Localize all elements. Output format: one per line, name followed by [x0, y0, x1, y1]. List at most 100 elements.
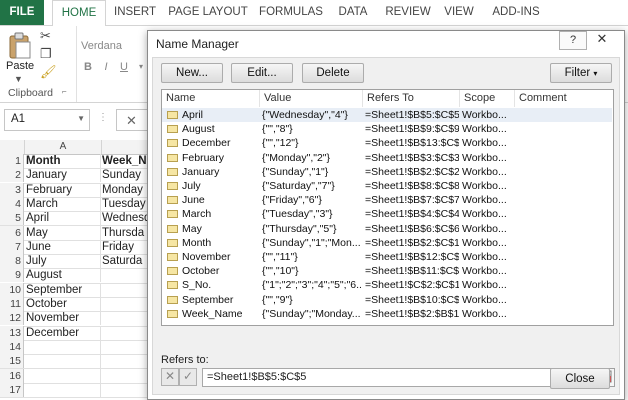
dialog-close-button[interactable]: ✕	[586, 31, 618, 48]
column-header-refers-to[interactable]: Refers To	[363, 90, 460, 107]
cell-b[interactable]	[102, 340, 150, 354]
underline-button[interactable]: U	[116, 58, 132, 76]
refers-confirm-icon[interactable]: ✓	[179, 368, 197, 386]
select-all-corner[interactable]	[0, 140, 25, 154]
cell-b[interactable]: Thursda	[102, 226, 150, 240]
paste-label[interactable]: Paste	[6, 60, 34, 72]
cell-b[interactable]	[102, 354, 150, 368]
tab-insert[interactable]: INSERT	[110, 0, 160, 25]
clipboard-launcher-icon[interactable]: ⌐	[62, 87, 67, 96]
row-number[interactable]: 15	[0, 354, 24, 369]
name-row[interactable]: January {"Sunday","1"} =Sheet1!$B$2:$C$2 Wo…	[162, 165, 612, 179]
format-painter-icon[interactable]: 🖌	[40, 64, 57, 80]
column-header-b[interactable]	[102, 140, 150, 154]
name-row[interactable]: April {"Wednesday","4"} =Sheet1!$B$5:$C$5 W…	[162, 108, 612, 123]
cancel-icon[interactable]: ✕	[126, 113, 137, 129]
refers-cancel-icon[interactable]: ✕	[161, 368, 179, 386]
cell-b[interactable]	[102, 268, 150, 282]
cell-a[interactable]: February	[26, 182, 101, 197]
column-header-name[interactable]: Name	[162, 90, 260, 107]
row-number[interactable]: 11	[0, 297, 24, 311]
cell-b[interactable]: Sunday	[102, 168, 150, 182]
name-row[interactable]: July {"Saturday","7"} =Sheet1!$B$8:$C$8 Wor…	[162, 179, 612, 193]
bold-button[interactable]: B	[80, 58, 96, 76]
column-header-scope[interactable]: Scope	[460, 90, 515, 107]
row-number[interactable]: 17	[0, 382, 24, 397]
paste-dropdown-icon[interactable]: ▼	[14, 74, 23, 84]
row-number[interactable]: 6	[0, 225, 24, 240]
row-number[interactable]: 16	[0, 368, 24, 383]
name-row[interactable]: March {"Tuesday","3"} =Sheet1!$B$4:$C$4 Wor…	[162, 207, 612, 221]
edit-button[interactable]: Edit...	[231, 63, 293, 83]
row-number[interactable]: 14	[0, 339, 24, 354]
cell-a[interactable]: November	[26, 311, 101, 326]
cell-a[interactable]	[26, 354, 101, 369]
row-number[interactable]: 12	[0, 311, 24, 326]
row-number[interactable]: 2	[0, 168, 24, 183]
paste-icon[interactable]	[8, 32, 32, 60]
cell-a[interactable]: August	[26, 268, 101, 283]
help-button[interactable]: ?	[559, 31, 587, 50]
cell-b[interactable]: Monday	[102, 183, 150, 197]
row-number[interactable]: 10	[0, 282, 24, 297]
row-number[interactable]: 7	[0, 239, 24, 254]
tab-view[interactable]: VIEW	[442, 0, 476, 25]
name-row[interactable]: August {"","8"} =Sheet1!$B$9:$C$9 Workbo...	[162, 122, 612, 136]
cell-b[interactable]	[102, 369, 150, 383]
name-row[interactable]: November {"","11"} =Sheet1!$B$12:$C$... Wor…	[162, 250, 612, 264]
cell-a[interactable]	[26, 368, 101, 383]
name-row[interactable]: June {"Friday","6"} =Sheet1!$B$7:$C$7 Workb…	[162, 193, 612, 207]
name-row[interactable]: February {"Monday","2"} =Sheet1!$B$3:$C$3 W…	[162, 151, 612, 165]
row-number[interactable]: 4	[0, 196, 24, 211]
column-header-comment[interactable]: Comment	[515, 90, 612, 107]
name-row[interactable]: September {"","9"} =Sheet1!$B$10:$C$... Wor…	[162, 293, 612, 307]
tab-file[interactable]: FILE	[0, 0, 44, 25]
tab-data[interactable]: DATA	[334, 0, 372, 25]
refers-to-input[interactable]: =Sheet1!$B$5:$C$5	[202, 368, 593, 387]
delete-button[interactable]: Delete	[302, 63, 364, 83]
name-row[interactable]: December {"","12"} =Sheet1!$B$13:$C$... Wor…	[162, 136, 612, 150]
cell-a[interactable]: October	[26, 297, 101, 311]
row-number[interactable]: 3	[0, 182, 24, 197]
cell-a[interactable]	[26, 339, 101, 354]
tab-page-layout[interactable]: PAGE LAYOUT	[168, 0, 248, 25]
cell-a[interactable]: Month	[26, 154, 101, 168]
name-box-dropdown-icon[interactable]: ▼	[77, 114, 85, 123]
cell-b[interactable]	[102, 311, 150, 325]
name-row[interactable]: S_No. {"1";"2";"3";"4";"5";"6... =Sheet1!$…	[162, 278, 612, 292]
font-name-box[interactable]: Verdana	[78, 36, 151, 56]
name-row[interactable]: Week_Name {"Sunday";"Monday... =Sheet1!$B$…	[162, 307, 612, 321]
cell-a[interactable]: January	[26, 168, 101, 183]
column-header-a[interactable]: A	[25, 140, 102, 154]
name-row[interactable]: October {"","10"} =Sheet1!$B$11:$C$... Work…	[162, 264, 612, 278]
column-header-value[interactable]: Value	[260, 90, 363, 107]
italic-button[interactable]: I	[98, 58, 114, 76]
filter-button[interactable]: Filter ▾	[550, 63, 612, 83]
name-box[interactable]: A1 ▼	[4, 109, 90, 131]
cell-a[interactable]: July	[26, 254, 101, 269]
close-button[interactable]: Close	[550, 368, 610, 389]
cell-a[interactable]: September	[26, 282, 101, 297]
cell-b[interactable]: Tuesday	[102, 197, 150, 211]
cell-b[interactable]: Friday	[102, 240, 150, 254]
name-row[interactable]: Month {"Sunday","1";"Mon... =Sheet1!$B$2:$…	[162, 236, 612, 250]
cell-a[interactable]: March	[26, 196, 101, 211]
row-number[interactable]: 8	[0, 254, 24, 269]
cell-b[interactable]	[102, 383, 150, 397]
tab-add-ins[interactable]: ADD-INS	[488, 0, 544, 25]
cell-a[interactable]: April	[26, 211, 101, 226]
formula-cancel-box[interactable]: ✕	[116, 109, 148, 131]
cell-b[interactable]: Saturda	[102, 254, 150, 268]
cell-b[interactable]: Week_N	[102, 154, 150, 168]
cell-a[interactable]: May	[26, 225, 101, 240]
new-button[interactable]: New...	[161, 63, 223, 83]
row-number[interactable]: 13	[0, 325, 24, 340]
cell-b[interactable]: Wednesd	[102, 211, 150, 225]
row-number[interactable]: 1	[0, 154, 24, 168]
names-list[interactable]: Name Value Refers To Scope Comment April…	[161, 89, 614, 326]
cell-a[interactable]: June	[26, 239, 101, 254]
cut-icon[interactable]: ✂	[40, 28, 51, 44]
tab-formulas[interactable]: FORMULAS	[258, 0, 324, 25]
row-number[interactable]: 9	[0, 268, 24, 283]
tab-home[interactable]: HOME	[52, 0, 106, 27]
